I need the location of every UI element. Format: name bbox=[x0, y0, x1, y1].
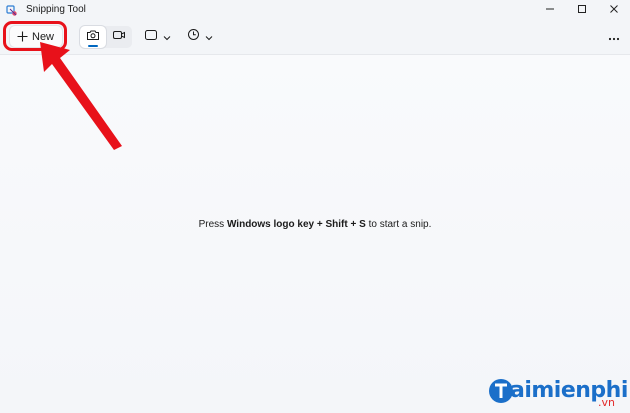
snip-shape-dropdown[interactable] bbox=[140, 26, 174, 48]
hint-plus-1: + bbox=[314, 219, 326, 230]
hint-key-windows: Windows logo key bbox=[226, 219, 315, 230]
snipping-tool-window: Snipping Tool New Press Windows logo key… bbox=[0, 0, 630, 413]
window-title: Snipping Tool bbox=[26, 4, 86, 15]
close-button[interactable] bbox=[598, 0, 630, 20]
minimize-button[interactable] bbox=[534, 0, 566, 20]
red-arrow-icon bbox=[30, 36, 130, 156]
hint-key-s: S bbox=[359, 219, 366, 230]
chevron-down-icon bbox=[205, 28, 213, 46]
hint-suffix: to start a snip. bbox=[365, 219, 432, 230]
more-dots-icon bbox=[608, 28, 620, 46]
more-options-button[interactable] bbox=[604, 28, 624, 46]
hint-key-shift: Shift bbox=[325, 219, 348, 230]
watermark-logo: aimienphi .vn bbox=[488, 372, 628, 412]
clock-icon bbox=[187, 28, 200, 46]
snipping-tool-app-icon bbox=[6, 4, 18, 16]
chevron-down-icon bbox=[163, 28, 171, 46]
start-snip-hint: Press Windows logo key + Shift + S to st… bbox=[0, 219, 630, 230]
minimize-icon bbox=[545, 1, 555, 19]
title-bar: Snipping Tool bbox=[0, 0, 630, 20]
delay-dropdown[interactable] bbox=[183, 26, 217, 48]
watermark-suffix: .vn bbox=[598, 396, 615, 409]
hint-prefix: Press bbox=[198, 219, 227, 230]
rectangle-icon bbox=[144, 28, 158, 46]
maximize-icon bbox=[577, 1, 587, 19]
hint-plus-2: + bbox=[347, 219, 360, 230]
close-icon bbox=[609, 1, 619, 19]
maximize-button[interactable] bbox=[566, 0, 598, 20]
